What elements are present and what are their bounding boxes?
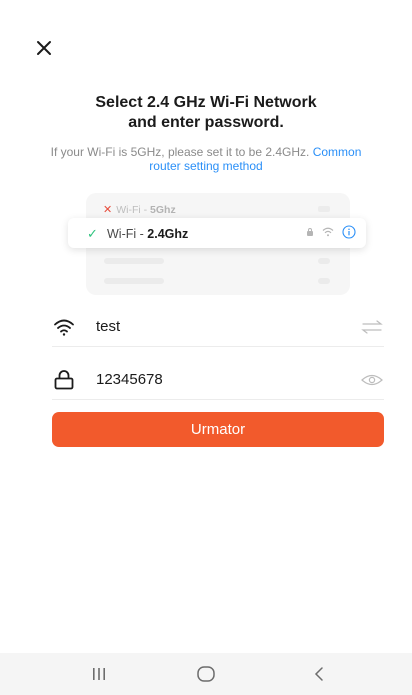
- page-title: Select 2.4 GHz Wi-Fi Network and enter p…: [0, 93, 412, 133]
- home-icon: [197, 666, 215, 682]
- skeleton-bar: [318, 258, 330, 264]
- page-title-line-1: Select 2.4 GHz Wi-Fi Network: [95, 94, 317, 111]
- network-24g-label: Wi-Fi - 2.4Ghz: [107, 227, 188, 241]
- network-24g-band: 2.4Ghz: [147, 227, 189, 241]
- recent-apps-button[interactable]: [64, 653, 134, 695]
- recent-apps-icon: [93, 668, 105, 680]
- network-5g-row: ✕ Wi-Fi - 5Ghz: [103, 203, 176, 216]
- network-24g-prefix: Wi-Fi -: [107, 227, 148, 241]
- back-icon: [314, 667, 323, 681]
- network-5g-band: 5Ghz: [150, 204, 176, 216]
- skeleton-bar: [318, 206, 330, 212]
- password-value: 12345678: [96, 371, 163, 388]
- lock-icon: [307, 228, 313, 236]
- password-field[interactable]: 12345678: [52, 360, 384, 400]
- wifi-icon: [54, 319, 74, 336]
- skeleton-bar: [318, 278, 330, 284]
- lock-icon: [54, 370, 74, 390]
- back-button[interactable]: [284, 653, 354, 695]
- page-title-line-2: and enter password.: [128, 114, 284, 131]
- cross-icon: ✕: [103, 204, 113, 216]
- ssid-value: test: [96, 318, 121, 335]
- check-icon: ✓: [87, 226, 98, 241]
- ssid-field[interactable]: test: [52, 307, 384, 347]
- skeleton-bar: [104, 258, 164, 264]
- wifi-icon: [322, 227, 334, 237]
- next-button[interactable]: Urmator: [52, 412, 384, 447]
- close-button[interactable]: [32, 36, 56, 60]
- system-nav-bar: [0, 653, 412, 695]
- close-icon: [37, 41, 51, 55]
- info-icon: [342, 225, 356, 239]
- eye-icon[interactable]: [360, 370, 384, 390]
- instructions-body: If your Wi-Fi is 5GHz, please set it to …: [50, 145, 310, 159]
- network-5g-prefix: Wi-Fi -: [116, 204, 151, 216]
- skeleton-bar: [104, 278, 164, 284]
- network-24g-card: ✓ Wi-Fi - 2.4Ghz: [68, 218, 366, 248]
- switch-network-icon[interactable]: [360, 317, 384, 337]
- home-button[interactable]: [171, 653, 241, 695]
- instructions-text: If your Wi-Fi is 5GHz, please set it to …: [40, 145, 372, 173]
